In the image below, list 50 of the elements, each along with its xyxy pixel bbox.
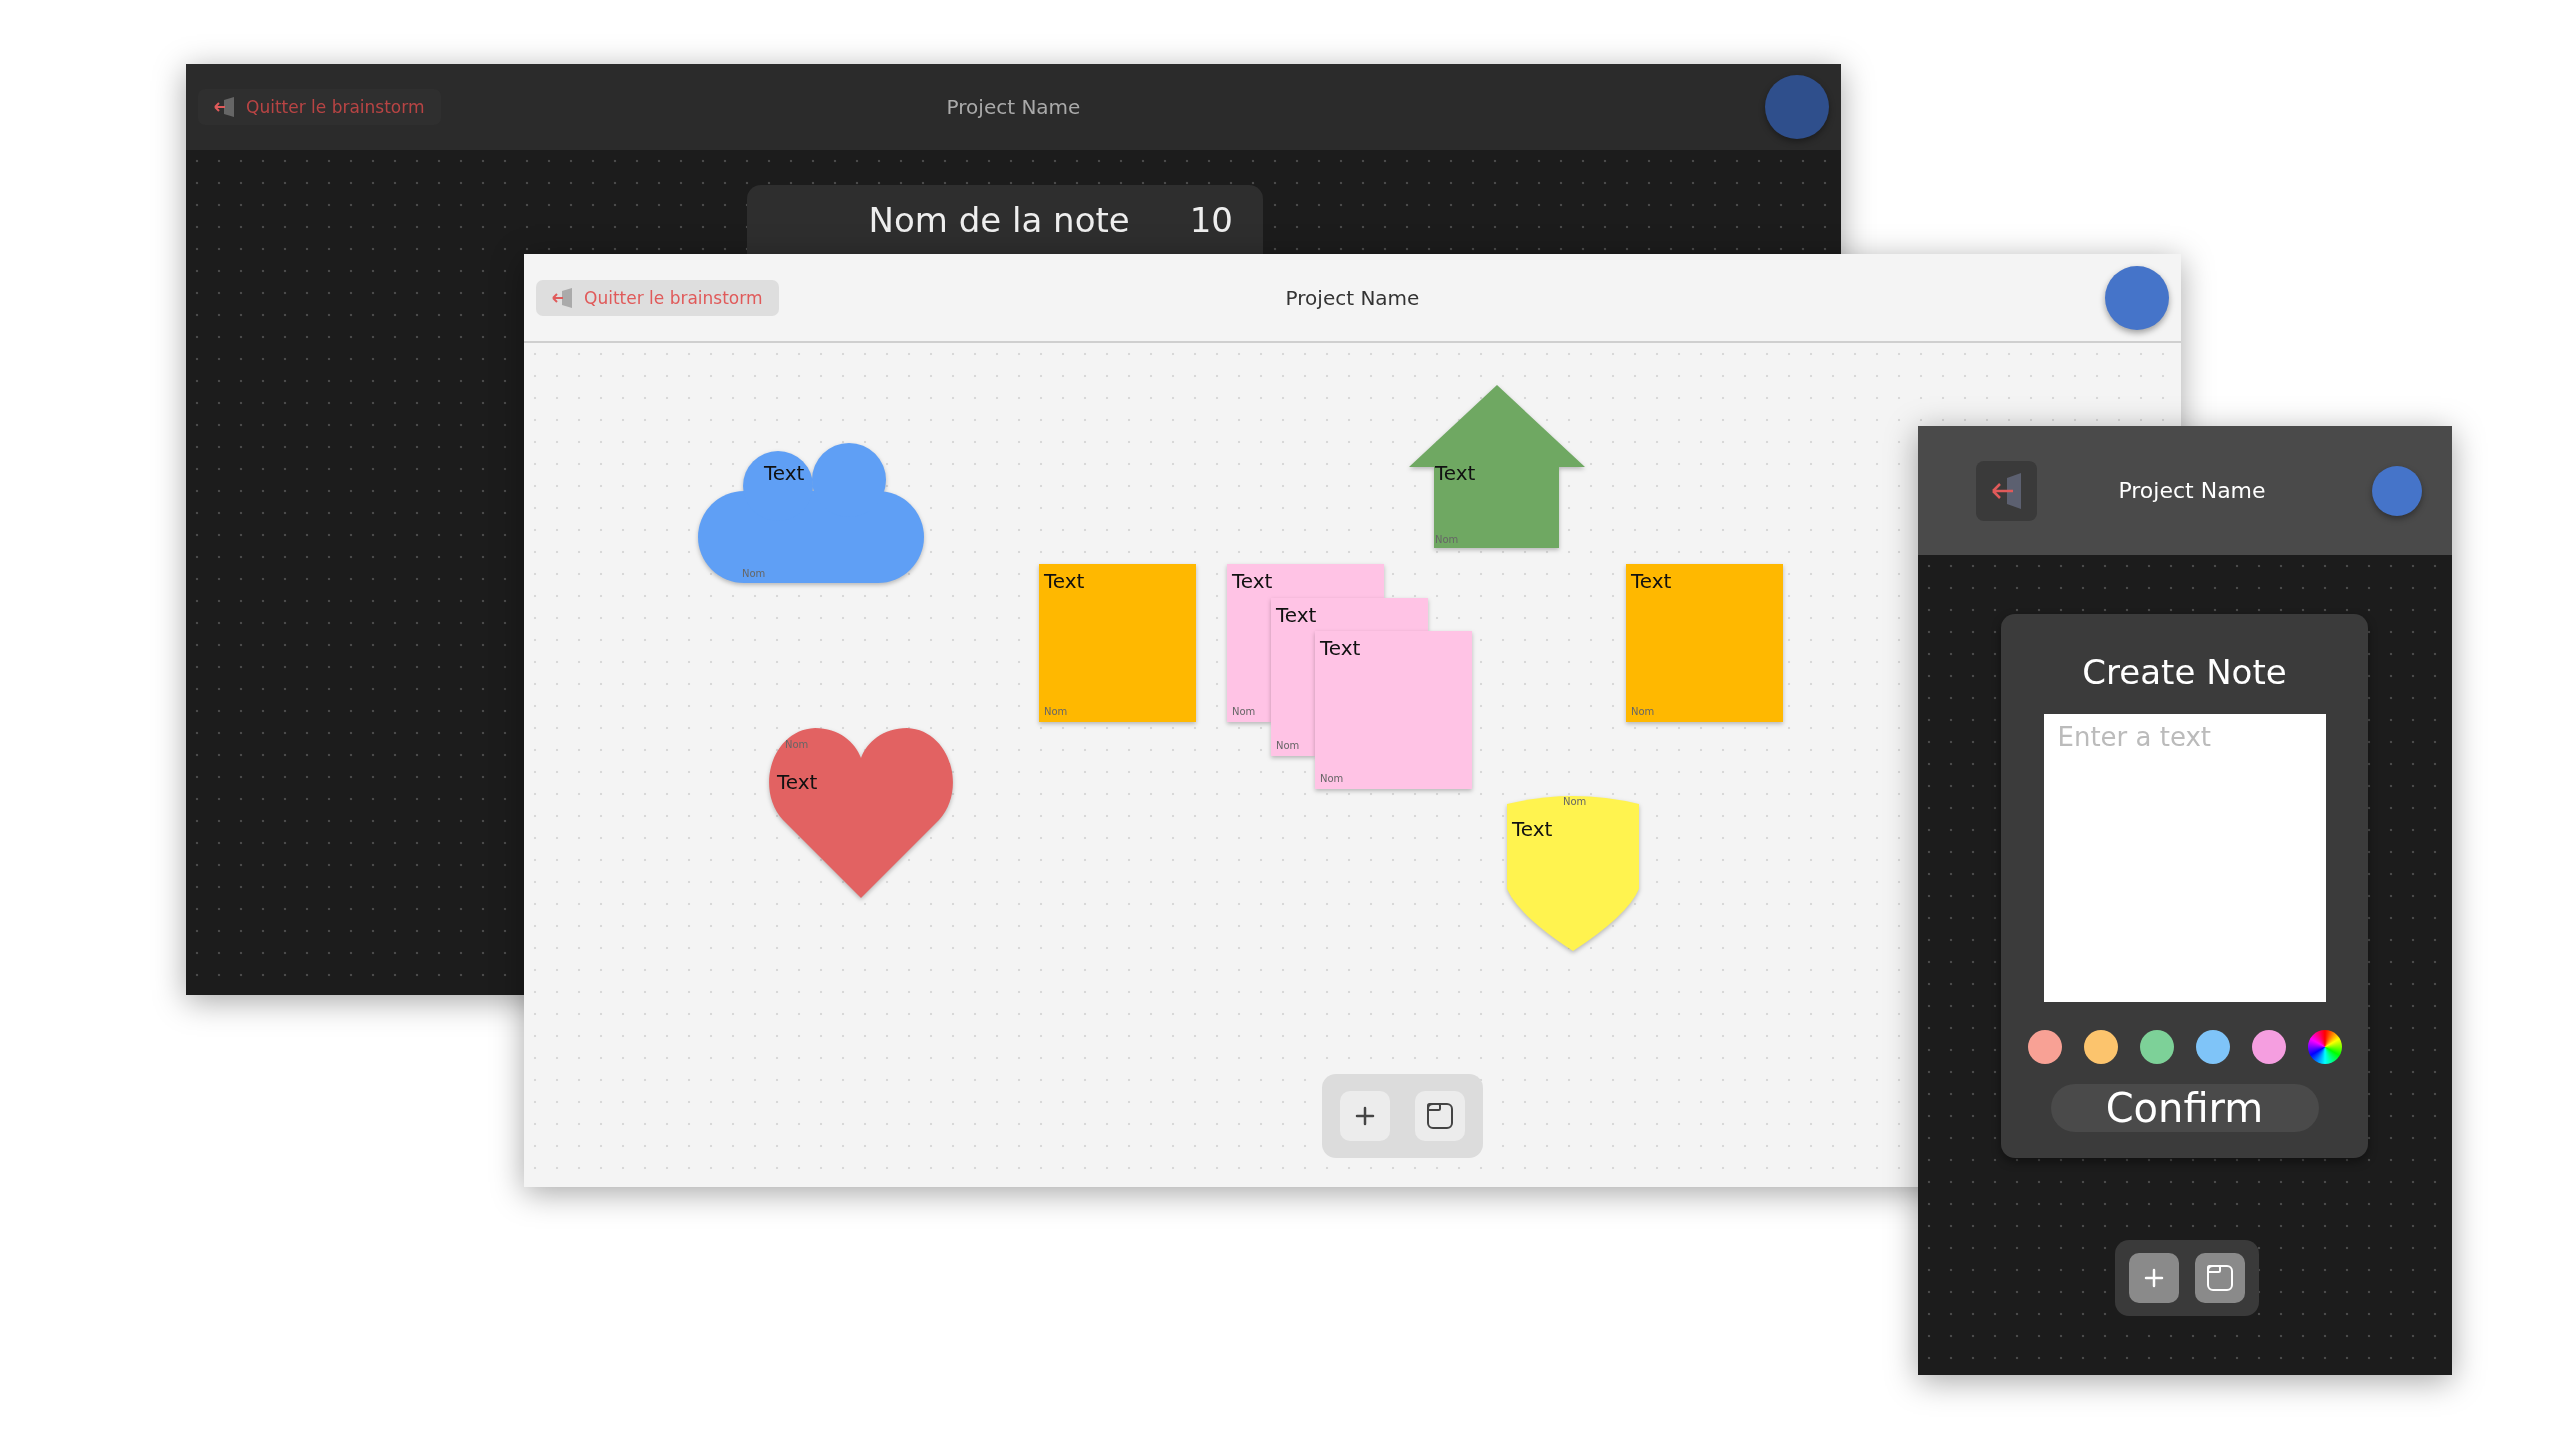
note-text: Text <box>764 463 805 483</box>
text-input-field[interactable]: Enter a text <box>2043 714 2326 1002</box>
color-swatch[interactable] <box>2195 1030 2230 1064</box>
add-button[interactable] <box>2129 1253 2179 1303</box>
note-text: Text <box>1276 605 1317 625</box>
sticky-note[interactable] <box>1227 564 1384 722</box>
frame-icon <box>2205 1263 2235 1293</box>
note-author: Nom <box>1631 707 1655 717</box>
note-text: Text <box>777 772 818 792</box>
confirm-button[interactable]: Confirm <box>2050 1084 2319 1132</box>
exit-button[interactable] <box>1976 460 2037 521</box>
note-author: Nom <box>1232 707 1256 717</box>
exit-door-icon <box>552 287 574 308</box>
note-text: Text <box>1232 571 1273 591</box>
note-author: Nom <box>785 740 809 750</box>
note-author: Nom <box>1044 707 1068 717</box>
project-title: Project Name <box>2118 478 2266 503</box>
note-text: Text <box>1631 571 1672 591</box>
add-button[interactable] <box>1340 1091 1390 1141</box>
note-text: Text <box>1044 571 1085 591</box>
heart-note[interactable] <box>769 728 953 898</box>
exit-door-icon <box>1990 472 2023 509</box>
frame-button[interactable] <box>2195 1253 2245 1303</box>
project-title: Project Name <box>946 95 1081 119</box>
dialog-title: Create Note <box>2082 652 2287 692</box>
color-swatch[interactable] <box>2139 1030 2174 1064</box>
note-name: Nom de la note <box>868 200 1130 240</box>
color-swatch[interactable] <box>2027 1030 2062 1064</box>
quit-button[interactable]: Quitter le brainstorm <box>198 89 441 125</box>
note-author: Nom <box>742 569 766 579</box>
arrow-note[interactable] <box>1409 385 1585 548</box>
note-text: Text <box>1320 638 1361 658</box>
color-swatch[interactable] <box>2083 1030 2118 1064</box>
color-wheel-icon[interactable] <box>2307 1030 2342 1064</box>
note-text: Text <box>1512 819 1553 839</box>
note-text: Text <box>1435 463 1476 483</box>
note-count: 10 <box>1189 200 1233 240</box>
note-author: Nom <box>1563 797 1587 807</box>
frame-button[interactable] <box>1415 1091 1465 1141</box>
note-author: Nom <box>1435 535 1459 545</box>
cloud-note[interactable] <box>698 443 924 583</box>
note-author: Nom <box>1276 741 1300 751</box>
frame-icon <box>1425 1101 1455 1131</box>
color-swatch[interactable] <box>2251 1030 2286 1064</box>
project-title: Project Name <box>1285 285 1420 310</box>
note-author: Nom <box>1320 774 1344 784</box>
avatar-circle[interactable] <box>2105 265 2169 330</box>
quit-button[interactable]: Quitter le brainstorm <box>536 279 779 316</box>
avatar-circle[interactable] <box>2372 465 2422 516</box>
exit-door-icon <box>214 97 236 117</box>
